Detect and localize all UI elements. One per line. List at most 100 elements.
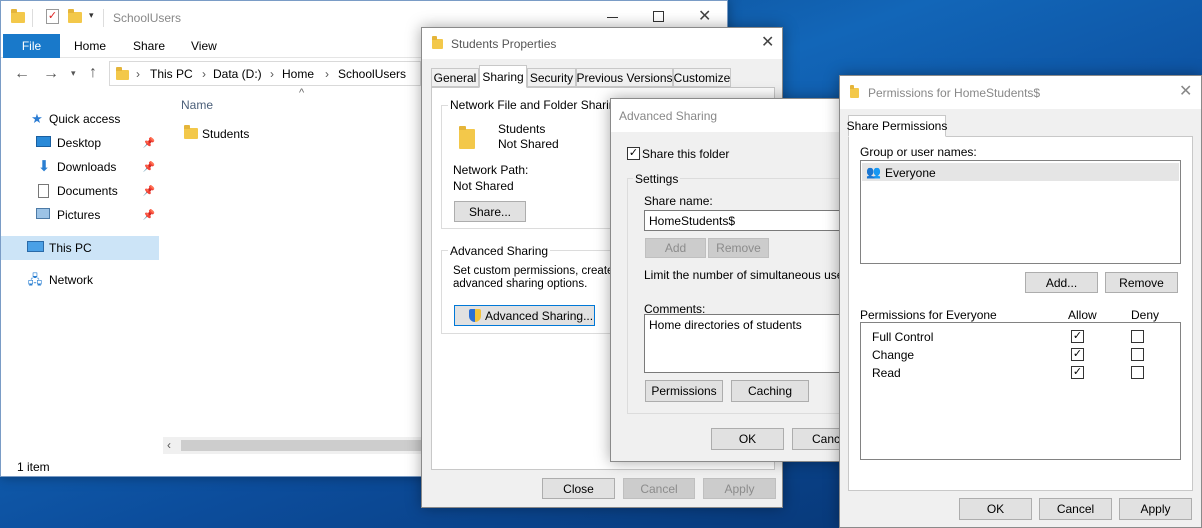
permission-name-full-control: Full Control — [872, 330, 934, 344]
comments-field[interactable]: Home directories of students — [644, 314, 848, 373]
share-button[interactable]: Share... — [454, 201, 526, 222]
change-allow-checkbox[interactable]: ✓ — [1071, 348, 1084, 361]
breadcrumb-separator-icon: › — [136, 67, 140, 81]
ok-button[interactable]: OK — [711, 428, 784, 450]
properties-title: Students Properties — [451, 37, 557, 51]
read-deny-checkbox[interactable] — [1131, 366, 1144, 379]
permissions-title-bar[interactable]: Permissions for HomeStudents$ ✕ — [840, 76, 1201, 109]
up-icon[interactable]: ↑ — [89, 64, 97, 82]
scroll-thumb[interactable] — [181, 440, 425, 451]
tab-previous-versions[interactable]: Previous Versions — [576, 68, 673, 87]
properties-qat-icon[interactable]: ✓ — [46, 9, 59, 24]
pin-icon[interactable]: 📌 — [143, 210, 155, 221]
settings-title: Settings — [633, 172, 681, 186]
nav-pictures[interactable]: Pictures 📌 — [1, 203, 159, 227]
scroll-left-icon[interactable]: ‹ — [167, 438, 171, 452]
tab-share-permissions[interactable]: Share Permissions — [847, 115, 947, 137]
nav-this-pc[interactable]: This PC — [1, 236, 159, 260]
advanced-sharing-dialog: Advanced Sharing ✓ Share this folder Set… — [610, 98, 849, 462]
forward-icon[interactable]: → — [43, 65, 59, 83]
folder-large-icon — [459, 126, 475, 149]
share-name-field[interactable]: HomeStudents$ — [644, 210, 848, 231]
pin-icon[interactable]: 📌 — [143, 162, 155, 173]
permissions-list: Full Control ✓ Change ✓ Read ✓ — [860, 322, 1181, 460]
tab-customize[interactable]: Customize — [673, 68, 731, 87]
folder-icon — [11, 9, 25, 23]
folder-icon — [432, 36, 443, 49]
user-list[interactable]: 👥 Everyone — [860, 160, 1181, 264]
folder-icon — [850, 85, 859, 98]
pin-icon[interactable]: 📌 — [143, 186, 155, 197]
add-user-button[interactable]: Add... — [1025, 272, 1098, 293]
remove-button[interactable]: Remove — [708, 238, 769, 258]
nav-documents[interactable]: Documents 📌 — [1, 179, 159, 203]
limit-users-label: Limit the number of simultaneous users t… — [644, 268, 848, 282]
ok-button[interactable]: OK — [959, 498, 1032, 520]
network-sharing-title: Network File and Folder Sharing — [448, 98, 625, 112]
nav-network[interactable]: 🖧 Network — [1, 268, 159, 292]
tab-sharing[interactable]: Sharing — [479, 65, 527, 88]
apply-button[interactable]: Apply — [703, 478, 776, 499]
star-icon: ★ — [31, 111, 43, 126]
add-button[interactable]: Add — [645, 238, 706, 258]
nav-desktop[interactable]: Desktop 📌 — [1, 131, 159, 155]
shared-folder-name: Students — [498, 122, 546, 136]
caching-button[interactable]: Caching — [731, 380, 809, 402]
nav-downloads[interactable]: ⬇ Downloads 📌 — [1, 155, 159, 179]
list-item[interactable]: 👥 Everyone — [862, 163, 1179, 181]
breadcrumb-schoolusers[interactable]: SchoolUsers — [338, 67, 406, 81]
apply-button[interactable]: Apply — [1119, 498, 1192, 520]
close-icon[interactable]: ✕ — [761, 35, 774, 51]
network-path-value: Not Shared — [453, 179, 514, 193]
advanced-sharing-title-bar[interactable]: Advanced Sharing — [611, 99, 847, 132]
allow-column-header: Allow — [1068, 308, 1097, 322]
cancel-button[interactable]: Cancel — [623, 478, 695, 499]
document-icon — [36, 184, 52, 198]
nav-quick-access[interactable]: ★ Quick access — [1, 107, 159, 131]
ribbon-tab-file[interactable]: File — [3, 34, 60, 58]
desktop-icon — [36, 136, 52, 150]
advanced-sharing-button[interactable]: Advanced Sharing... — [454, 305, 595, 326]
breadcrumb-home[interactable]: Home — [282, 67, 314, 81]
recent-locations-icon[interactable]: ▾ — [71, 68, 76, 79]
read-allow-checkbox[interactable]: ✓ — [1071, 366, 1084, 379]
pin-icon[interactable]: 📌 — [143, 138, 155, 149]
maximize-icon[interactable] — [653, 11, 664, 22]
breadcrumb-separator-icon: › — [202, 67, 206, 81]
column-header-name[interactable]: Name — [181, 98, 213, 112]
permissions-dialog: Permissions for HomeStudents$ ✕ Share Pe… — [839, 75, 1202, 528]
share-this-folder-checkbox[interactable]: ✓ — [627, 147, 640, 160]
permission-name-read: Read — [872, 366, 901, 380]
close-icon[interactable]: ✕ — [1179, 84, 1192, 100]
permissions-button[interactable]: Permissions — [645, 380, 723, 402]
minimize-icon[interactable] — [607, 17, 618, 18]
sort-chevron-icon: ^ — [299, 87, 305, 99]
address-bar[interactable]: › This PC › Data (D:) › Home › SchoolUse… — [109, 61, 421, 86]
network-icon: 🖧 — [27, 272, 43, 287]
tab-security[interactable]: Security — [527, 68, 576, 87]
shared-folder-state: Not Shared — [498, 137, 559, 151]
remove-user-button[interactable]: Remove — [1105, 272, 1178, 293]
back-icon[interactable]: ← — [14, 65, 30, 83]
change-deny-checkbox[interactable] — [1131, 348, 1144, 361]
full-control-deny-checkbox[interactable] — [1131, 330, 1144, 343]
ribbon-tab-home[interactable]: Home — [74, 39, 106, 53]
breadcrumb-data-drive[interactable]: Data (D:) — [213, 67, 262, 81]
qat-dropdown-icon[interactable]: ▾ — [89, 10, 94, 21]
full-control-allow-checkbox[interactable]: ✓ — [1071, 330, 1084, 343]
new-folder-qat-icon[interactable] — [68, 9, 82, 23]
status-bar-count: 1 item — [17, 460, 50, 474]
breadcrumb-this-pc[interactable]: This PC — [150, 67, 193, 81]
list-item[interactable]: Students — [181, 123, 381, 143]
horizontal-scrollbar[interactable]: ‹ — [163, 437, 425, 454]
properties-title-bar[interactable]: Students Properties ✕ — [422, 28, 782, 59]
cancel-button[interactable]: Cancel — [1039, 498, 1112, 520]
permissions-title: Permissions for HomeStudents$ — [868, 86, 1041, 100]
tab-general[interactable]: General — [431, 68, 479, 87]
ribbon-tab-share[interactable]: Share — [133, 39, 165, 53]
ribbon-tab-view[interactable]: View — [191, 39, 217, 53]
explorer-title: SchoolUsers — [113, 11, 182, 25]
folder-icon — [116, 67, 129, 80]
close-button[interactable]: Close — [542, 478, 615, 499]
close-icon[interactable]: ✕ — [698, 9, 711, 25]
